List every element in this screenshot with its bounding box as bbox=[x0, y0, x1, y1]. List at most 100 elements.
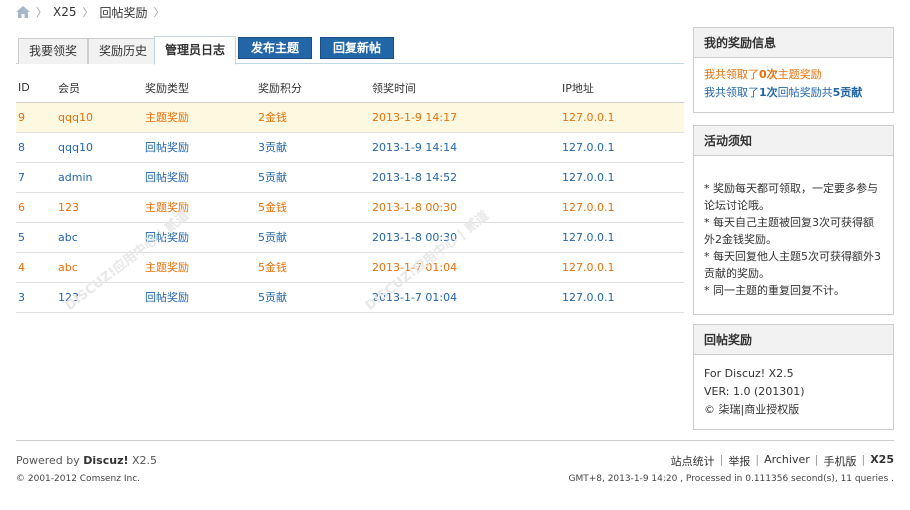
breadcrumb-separator-icon: 〉 bbox=[153, 6, 165, 19]
reply-reward-summary: 我共领取了1次回帖奖励共5贡献 bbox=[704, 84, 883, 102]
copyright-text: © 2001-2012 Comsenz Inc. bbox=[16, 474, 141, 484]
column-header-type: 奖励类型 bbox=[143, 74, 256, 103]
cell-type: 回帖奖励 bbox=[143, 222, 256, 253]
new-topic-button[interactable]: 发布主题 bbox=[238, 37, 313, 59]
panel-body: 我共领取了0次主题奖励 我共领取了1次回帖奖励共5贡献 bbox=[694, 58, 893, 110]
footer-link-site[interactable]: X25 bbox=[870, 453, 894, 469]
table-row: 8 qqq10 回帖奖励 3贡献 2013-1-9 14:14 127.0.0.… bbox=[16, 132, 684, 163]
footer-link-report[interactable]: 举报 bbox=[728, 453, 750, 469]
reward-log-table: ID 会员 奖励类型 奖励积分 领奖时间 IP地址 9 qqq10 主题奖励 2… bbox=[16, 74, 684, 313]
cell-id: 9 bbox=[16, 102, 56, 133]
column-header-points: 奖励积分 bbox=[256, 74, 370, 103]
cell-member[interactable]: qqq10 bbox=[56, 102, 143, 133]
topic-reward-summary: 我共领取了0次主题奖励 bbox=[704, 66, 883, 84]
main-content: 我要领奖 奖励历史 管理员日志 发布主题 回复新帖 ID 会员 奖励类型 奖励积… bbox=[16, 36, 684, 313]
footer-separator: | bbox=[719, 453, 724, 466]
column-header-ip: IP地址 bbox=[560, 74, 684, 103]
cell-id: 4 bbox=[16, 252, 56, 283]
cell-type: 回帖奖励 bbox=[143, 162, 256, 193]
cell-member[interactable]: 123 bbox=[56, 282, 143, 313]
cell-member[interactable]: 123 bbox=[56, 192, 143, 223]
cell-member[interactable]: admin bbox=[56, 162, 143, 193]
cell-time: 2013-1-7 01:04 bbox=[370, 252, 560, 283]
cell-type: 主题奖励 bbox=[143, 102, 256, 133]
breadcrumb-link-x25[interactable]: X25 bbox=[53, 5, 77, 19]
cell-ip: 127.0.0.1 bbox=[560, 132, 684, 163]
footer-divider bbox=[16, 440, 894, 441]
cell-points: 5贡献 bbox=[256, 162, 370, 193]
powered-by: Powered by Discuz! X2.5 bbox=[16, 454, 157, 467]
cell-points: 5贡献 bbox=[256, 222, 370, 253]
table-row: 6 123 主题奖励 5金钱 2013-1-8 00:30 127.0.0.1 bbox=[16, 192, 684, 223]
footer-links: 站点统计 | 举报 | Archiver | 手机版 | X25 bbox=[671, 453, 894, 469]
powered-by-version: X2.5 bbox=[132, 454, 158, 467]
cell-id: 8 bbox=[16, 132, 56, 163]
panel-body: * 奖励每天都可领取，一定要多参与论坛讨论哦。 * 每天自己主题被回复3次可获得… bbox=[694, 156, 893, 307]
notice-item: * 每天回复他人主题5次可获得额外3贡献的奖励。 bbox=[704, 250, 881, 280]
table-row: 7 admin 回帖奖励 5贡献 2013-1-8 14:52 127.0.0.… bbox=[16, 162, 684, 193]
reply-post-button[interactable]: 回复新帖 bbox=[320, 37, 395, 59]
cell-id: 5 bbox=[16, 222, 56, 253]
cell-type: 主题奖励 bbox=[143, 252, 256, 283]
plugin-copyright: © 柒瑞|商业授权版 bbox=[704, 403, 800, 416]
cell-time: 2013-1-9 14:14 bbox=[370, 132, 560, 163]
panel-title: 我的奖励信息 bbox=[694, 28, 893, 58]
home-icon[interactable] bbox=[16, 6, 30, 18]
table-header-row: ID 会员 奖励类型 奖励积分 领奖时间 IP地址 bbox=[16, 74, 684, 103]
notice-item: * 同一主题的重复回复不计。 bbox=[704, 284, 845, 297]
cell-id: 7 bbox=[16, 162, 56, 193]
plugin-platform: For Discuz! X2.5 bbox=[704, 367, 794, 380]
breadcrumb-link-reward[interactable]: 回帖奖励 bbox=[100, 4, 148, 21]
cell-ip: 127.0.0.1 bbox=[560, 102, 684, 133]
cell-member[interactable]: qqq10 bbox=[56, 132, 143, 163]
tab-claim-reward[interactable]: 我要领奖 bbox=[18, 38, 89, 64]
tab-reward-history[interactable]: 奖励历史 bbox=[88, 38, 159, 64]
panel-body: For Discuz! X2.5 VER: 1.0 (201301) © 柒瑞|… bbox=[694, 355, 893, 427]
summary-text: 主题奖励 bbox=[777, 68, 822, 81]
footer-separator: | bbox=[861, 453, 866, 466]
cell-member[interactable]: abc bbox=[56, 222, 143, 253]
summary-count: 0次 bbox=[759, 68, 778, 81]
cell-id: 6 bbox=[16, 192, 56, 223]
cell-time: 2013-1-8 00:30 bbox=[370, 222, 560, 253]
cell-type: 主题奖励 bbox=[143, 192, 256, 223]
notice-panel: 活动须知 * 奖励每天都可领取，一定要多参与论坛讨论哦。 * 每天自己主题被回复… bbox=[693, 125, 894, 315]
panel-title: 活动须知 bbox=[694, 126, 893, 156]
cell-ip: 127.0.0.1 bbox=[560, 252, 684, 283]
cell-points: 5贡献 bbox=[256, 282, 370, 313]
cell-points: 5金钱 bbox=[256, 192, 370, 223]
summary-text: 我共领取了 bbox=[704, 86, 759, 99]
cell-type: 回帖奖励 bbox=[143, 282, 256, 313]
cell-ip: 127.0.0.1 bbox=[560, 282, 684, 313]
panel-title: 回帖奖励 bbox=[694, 325, 893, 355]
footer-link-archiver[interactable]: Archiver bbox=[764, 453, 810, 469]
plugin-version: VER: 1.0 (201301) bbox=[704, 385, 805, 398]
cell-ip: 127.0.0.1 bbox=[560, 222, 684, 253]
processing-info: GMT+8, 2013-1-9 14:20 , Processed in 0.1… bbox=[568, 474, 894, 484]
cell-time: 2013-1-7 01:04 bbox=[370, 282, 560, 313]
tab-admin-log[interactable]: 管理员日志 bbox=[154, 36, 237, 65]
breadcrumb-separator-icon: 〉 bbox=[36, 6, 47, 19]
notice-item: * 每天自己主题被回复3次可获得额外2金钱奖励。 bbox=[704, 216, 874, 246]
summary-count: 1次 bbox=[759, 86, 778, 99]
cell-ip: 127.0.0.1 bbox=[560, 192, 684, 223]
powered-by-label: Powered by bbox=[16, 454, 80, 467]
footer-separator: | bbox=[755, 453, 760, 466]
column-header-id: ID bbox=[16, 74, 56, 103]
breadcrumb-separator-icon: 〉 bbox=[82, 6, 94, 19]
cell-time: 2013-1-8 14:52 bbox=[370, 162, 560, 193]
table-row: 3 123 回帖奖励 5贡献 2013-1-7 01:04 127.0.0.1 bbox=[16, 282, 684, 313]
breadcrumb: 〉 X25 〉 回帖奖励 〉 bbox=[16, 4, 165, 20]
notice-item: * 奖励每天都可领取，一定要多参与论坛讨论哦。 bbox=[704, 182, 878, 212]
cell-member[interactable]: abc bbox=[56, 252, 143, 283]
powered-by-brand-link[interactable]: Discuz! bbox=[83, 454, 128, 467]
footer-link-mobile[interactable]: 手机版 bbox=[823, 453, 856, 469]
column-header-member: 会员 bbox=[56, 74, 143, 103]
cell-points: 3贡献 bbox=[256, 132, 370, 163]
cell-time: 2013-1-9 14:17 bbox=[370, 102, 560, 133]
footer-link-stats[interactable]: 站点统计 bbox=[671, 453, 715, 469]
column-header-time: 领奖时间 bbox=[370, 74, 560, 103]
table-row: 9 qqq10 主题奖励 2金钱 2013-1-9 14:17 127.0.0.… bbox=[16, 102, 684, 133]
table-row: 5 abc 回帖奖励 5贡献 2013-1-8 00:30 127.0.0.1 bbox=[16, 222, 684, 253]
cell-ip: 127.0.0.1 bbox=[560, 162, 684, 193]
